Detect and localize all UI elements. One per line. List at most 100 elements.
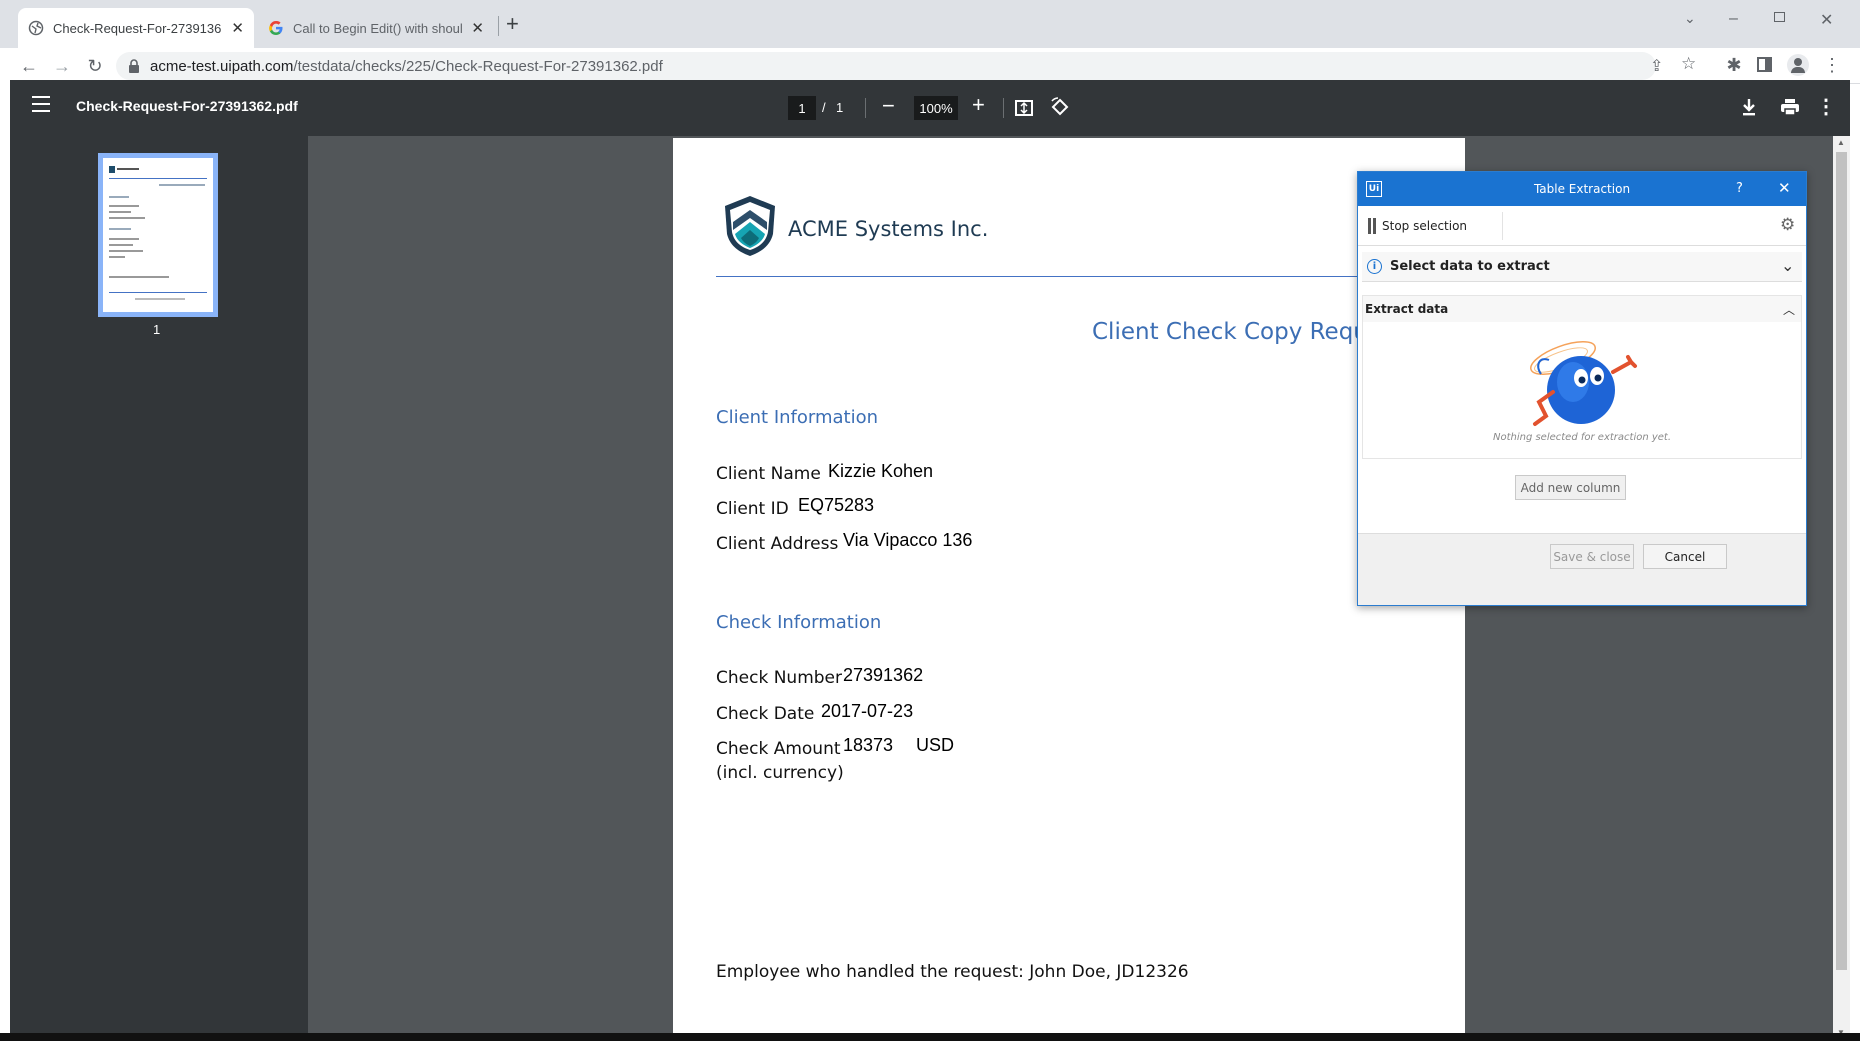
toolbar-divider — [1502, 212, 1503, 240]
dialog-footer: Save & close Cancel — [1358, 533, 1806, 605]
check-number-label: Check Number — [716, 668, 842, 688]
download-icon[interactable] — [1740, 97, 1758, 117]
save-close-button[interactable]: Save & close — [1550, 544, 1634, 569]
client-id-label: Client ID — [716, 499, 789, 519]
fit-page-icon[interactable] — [1014, 98, 1034, 118]
help-icon[interactable]: ? — [1736, 181, 1743, 196]
side-panel-icon[interactable] — [1757, 57, 1772, 72]
profile-avatar-icon[interactable] — [1787, 54, 1809, 76]
url-host: acme-test.uipath.com — [150, 57, 294, 75]
extract-data-heading: Extract data — [1365, 302, 1449, 316]
restore-icon[interactable] — [1774, 12, 1785, 22]
pdf-page: ACME Systems Inc. Client Check Copy Requ… — [673, 138, 1465, 1038]
client-address-value: Via Vipacco 136 — [843, 530, 973, 550]
check-date-value: 2017-07-23 — [821, 701, 914, 721]
minimize-icon[interactable]: – — [1729, 10, 1738, 28]
forward-icon[interactable]: → — [50, 56, 74, 76]
reload-icon[interactable]: ↻ — [83, 56, 107, 76]
tab-divider — [498, 16, 499, 36]
page-separator: / — [822, 100, 826, 115]
new-tab-icon[interactable]: + — [506, 11, 519, 37]
add-new-column-button[interactable]: Add new column — [1515, 475, 1626, 500]
check-amount-value: 18373 — [843, 735, 894, 755]
check-currency-value: USD — [916, 735, 955, 755]
chevron-down-icon[interactable]: ⌄ — [1781, 256, 1794, 275]
extract-data-section: Extract data ︿ Nothing selected for extr… — [1362, 295, 1802, 459]
client-address-label: Client Address — [716, 534, 839, 554]
browser-menu-icon[interactable]: ⋮ — [1820, 55, 1844, 75]
tab-title: Call to Begin Edit() with should A — [293, 20, 463, 36]
browser-toolbar: ← → ↻ acme-test.uipath.com/testdata/chec… — [0, 48, 1860, 84]
google-icon — [269, 20, 283, 36]
toolbar-divider — [865, 98, 866, 118]
employee-line: Employee who handled the request: John D… — [716, 962, 1189, 982]
select-data-section[interactable]: i Select data to extract ⌄ — [1362, 252, 1802, 282]
info-icon: i — [1367, 259, 1382, 274]
page-number-input[interactable]: 1 — [788, 96, 816, 120]
document-title: Client Check Copy Reque — [1092, 319, 1383, 345]
chevron-up-icon[interactable]: ︿ — [1783, 301, 1795, 318]
zoom-level-input[interactable]: 100% — [914, 96, 958, 120]
scroll-up-icon[interactable]: ▲ — [1837, 138, 1845, 147]
address-bar[interactable]: acme-test.uipath.com/testdata/checks/225… — [116, 52, 1696, 80]
extract-data-header[interactable]: Extract data ︿ — [1363, 296, 1801, 322]
check-number-value: 27391362 — [843, 665, 924, 685]
pause-icon — [1368, 218, 1371, 234]
mascot-illustration — [1530, 341, 1637, 426]
close-tab-icon[interactable]: ✕ — [231, 19, 244, 37]
check-amount-label: Check Amount — [716, 739, 841, 759]
share-icon[interactable]: ⇪ — [1650, 56, 1663, 76]
select-data-heading: Select data to extract — [1390, 259, 1550, 274]
stop-selection-button[interactable]: Stop selection — [1382, 219, 1467, 233]
pdf-filename: Check-Request-For-27391362.pdf — [76, 98, 298, 114]
close-window-icon[interactable]: ✕ — [1820, 10, 1833, 30]
page-total: 1 — [836, 100, 844, 115]
back-icon[interactable]: ← — [17, 56, 41, 76]
tab-title: Check-Request-For-27391362.pdf — [53, 20, 222, 36]
zoom-out-icon[interactable]: − — [882, 93, 895, 119]
url-path: /testdata/checks/225/Check-Request-For-2… — [293, 57, 663, 75]
close-tab-icon[interactable]: ✕ — [471, 19, 484, 37]
client-name-value: Kizzie Kohen — [828, 461, 934, 481]
client-section-heading: Client Information — [716, 407, 879, 428]
settings-gear-icon[interactable]: ⚙ — [1780, 215, 1795, 235]
thumbnail-sidebar: 1 — [10, 136, 308, 1041]
menu-icon[interactable] — [32, 96, 50, 112]
dialog-title: Table Extraction — [1533, 182, 1631, 196]
bookmark-star-icon[interactable]: ☆ — [1681, 54, 1696, 74]
check-date-label: Check Date — [716, 704, 815, 724]
scrollbar-thumb[interactable] — [1836, 152, 1847, 970]
header-rule — [716, 276, 1465, 277]
tab-search-icon[interactable]: ⌄ — [1684, 10, 1696, 27]
toolbar-divider — [1003, 98, 1004, 118]
tab-google[interactable]: Call to Begin Edit() with should A ✕ — [258, 8, 494, 48]
extensions-icon[interactable]: ✱ — [1722, 55, 1746, 75]
dialog-titlebar: Ui Table Extraction ? ✕ — [1358, 172, 1806, 206]
tab-pdf[interactable]: Check-Request-For-27391362.pdf ✕ — [18, 8, 254, 48]
client-id-value: EQ75283 — [798, 495, 875, 515]
client-name-label: Client Name — [716, 464, 821, 484]
company-name: ACME Systems Inc. — [788, 217, 989, 241]
print-icon[interactable] — [1780, 97, 1800, 117]
thumbnail-page-number: 1 — [153, 322, 161, 337]
table-extraction-dialog: Ui Table Extraction ? ✕ Stop selection ⚙… — [1357, 171, 1807, 606]
more-options-icon[interactable]: ⋮ — [1816, 94, 1836, 119]
pdf-toolbar: Check-Request-For-27391362.pdf 1 / 1 − 1… — [10, 80, 1850, 136]
empty-state-message: Nothing selected for extraction yet. — [1492, 432, 1672, 443]
selection-toolbar: Stop selection ⚙ — [1358, 206, 1806, 246]
zoom-in-icon[interactable]: + — [972, 92, 985, 118]
vertical-scrollbar[interactable]: ▲ ▼ — [1833, 136, 1850, 1041]
check-section-heading: Check Information — [716, 612, 882, 633]
rotate-icon[interactable] — [1050, 97, 1070, 117]
acme-shield-logo — [725, 196, 775, 256]
window-gutter-left — [0, 80, 10, 1041]
pause-icon-bar — [1373, 218, 1376, 234]
tab-strip: Check-Request-For-27391362.pdf ✕ Call to… — [0, 0, 1860, 48]
lock-icon[interactable] — [128, 59, 140, 73]
globe-icon — [28, 20, 44, 36]
page-thumbnail[interactable] — [98, 153, 218, 317]
check-amount-sublabel: (incl. currency) — [716, 763, 844, 783]
close-dialog-icon[interactable]: ✕ — [1778, 179, 1791, 197]
uipath-logo-icon: Ui — [1366, 181, 1382, 197]
cancel-button[interactable]: Cancel — [1643, 544, 1727, 569]
